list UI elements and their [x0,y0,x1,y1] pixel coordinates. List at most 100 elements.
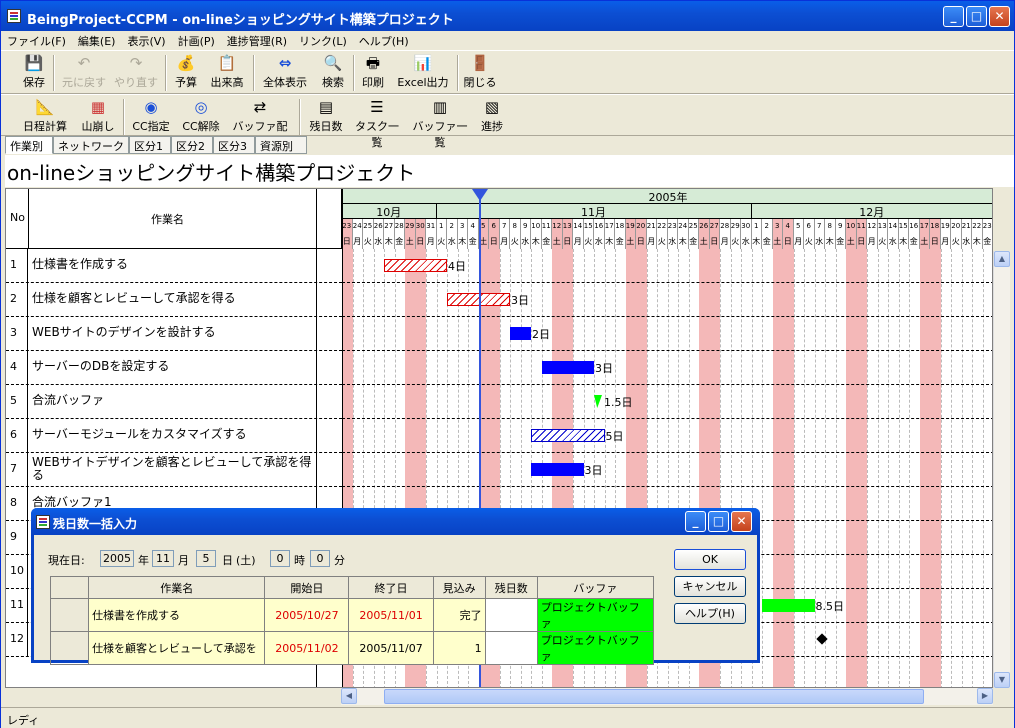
buffer-list-button[interactable]: ▥ バッファ一覧 [409,97,471,149]
year-field[interactable]: 2005 [100,550,134,567]
table-row[interactable]: 仕様書を作成する 2005/10/27 2005/11/01 完了 プロジェクト… [49,598,655,632]
tab-category1[interactable]: 区分1 [129,136,171,154]
title-bar: BeingProject-CCPM - on-lineショッピングサイト構築プロ… [1,1,1014,31]
minimize-button[interactable]: _ [943,6,964,27]
earned-value-button[interactable]: 📋 出来高 [206,53,248,93]
task-name: サーバーモジュールをカスタマイズする [32,427,247,441]
dialog-close-button[interactable]: ✕ [731,511,752,532]
save-button[interactable]: 💾 保存 [19,53,49,93]
today-marker-icon[interactable] [472,189,488,201]
close-button[interactable]: ✕ [989,6,1010,27]
weekday-cell: 木 [531,234,542,249]
weekday-cell: 木 [825,234,836,249]
show-all-button[interactable]: ⇔ 全体表示 [259,53,311,93]
day-field[interactable]: 5 [196,550,216,567]
scroll-up-icon[interactable]: ▲ [994,251,1010,267]
weekday-cell: 月 [352,234,363,249]
tab-category2[interactable]: 区分2 [171,136,213,154]
cc-release-icon: ◎ [194,98,208,116]
day-cell: 17 [919,219,930,234]
day-cell: 8 [510,219,521,234]
dialog-maximize-button[interactable]: □ [708,511,729,532]
redo-button[interactable]: ↷ やり直す [113,53,159,93]
weekday-cell: 火 [804,234,815,249]
task-bar[interactable] [531,463,584,476]
weekday-cell: 月 [867,234,878,249]
menu-plan[interactable]: 計画(P) [172,31,221,51]
ok-button[interactable]: OK [674,549,746,570]
remain-cell[interactable] [484,631,538,665]
hour-field[interactable]: 0 [270,550,290,567]
menu-edit[interactable]: 編集(E) [72,31,122,51]
day-cell: 24 [678,219,689,234]
tab-by-resource[interactable]: 資源別 [255,136,307,154]
menu-link[interactable]: リンク(L) [293,31,353,51]
weekday-cell: 日 [415,234,426,249]
task-list-button[interactable]: ☰ タスク一覧 [351,97,403,149]
month-field[interactable]: 11 [152,550,174,567]
table-row[interactable]: 仕様を顧客とレビューして承認を 2005/11/02 2005/11/07 1 … [49,631,655,665]
menu-file[interactable]: ファイル(F) [1,31,72,51]
undo-button[interactable]: ↶ 元に戻す [59,53,109,93]
dialog-minimize-button[interactable]: _ [685,511,706,532]
scroll-right-icon[interactable]: ▶ [977,688,993,704]
weekday-cell: 土 [772,234,783,249]
task-row[interactable]: 2 仕様を顧客とレビューして承認を得る [6,283,342,317]
progress-button[interactable]: ▧ 進捗 [477,97,507,137]
day-cell: 29 [730,219,741,234]
remaining-days-button[interactable]: ▤ 残日数 [305,97,347,137]
task-row[interactable]: 6 サーバーモジュールをカスタマイズする [6,419,342,453]
task-row[interactable]: 1 仕様書を作成する [6,249,342,283]
print-button[interactable]: 🖶 印刷 [359,53,387,93]
scroll-left-icon[interactable]: ◀ [341,688,357,704]
cc-assign-button[interactable]: ◉ CC指定 [129,97,173,137]
day-cell: 21 [646,219,657,234]
task-bar[interactable] [384,259,447,272]
help-button[interactable]: ヘルプ(H) [674,603,746,624]
vertical-scrollbar[interactable]: ▲ ▼ [993,251,1010,688]
task-name: WEBサイトデザインを顧客とレビューして承認を得る [32,455,312,482]
task-name: 合流バッファ [32,393,105,407]
task-bar[interactable] [541,361,594,374]
weekday-cell: 水 [667,234,678,249]
weekday-cell: 金 [468,234,479,249]
weekday-cell: 水 [373,234,384,249]
task-row[interactable]: 3 WEBサイトのデザインを設計する [6,317,342,351]
scroll-down-icon[interactable]: ▼ [994,672,1010,688]
day-cell: 9 [520,219,531,234]
tab-by-task[interactable]: 作業別 [5,136,53,154]
gantt-row [342,385,992,419]
menu-view[interactable]: 表示(V) [121,31,171,51]
schedule-calc-button[interactable]: 📐 日程計算 [19,97,71,137]
close-project-button[interactable]: 🚪 閉じる [463,53,497,93]
cc-release-button[interactable]: ◎ CC解除 [179,97,223,137]
weekday-cell: 金 [982,234,992,249]
task-row[interactable]: 7 WEBサイトデザインを顧客とレビューして承認を得る [6,453,342,487]
remain-cell[interactable] [484,598,538,632]
cancel-button[interactable]: キャンセル [674,576,746,597]
menu-help[interactable]: ヘルプ(H) [353,31,415,51]
weekday-cell: 日 [709,234,720,249]
task-bar[interactable] [510,327,531,340]
task-row[interactable]: 4 サーバーのDBを設定する [6,351,342,385]
search-button[interactable]: 🔍 検索 [317,53,349,93]
task-bar[interactable] [762,599,815,612]
excel-export-button[interactable]: 📊 Excel出力 [395,53,451,93]
tab-category3[interactable]: 区分3 [213,136,255,154]
tab-network[interactable]: ネットワーク図 [53,136,129,169]
budget-button[interactable]: 💰 予算 [171,53,201,93]
leveling-button[interactable]: ▦ 山崩し [77,97,119,137]
task-bar[interactable] [531,429,605,442]
progress-icon: ▧ [484,98,500,116]
maximize-button[interactable]: □ [966,6,987,27]
buffer-placement-button[interactable]: ⇄バッファ配置 [229,97,291,149]
menu-progress[interactable]: 進捗管理(R) [221,31,293,51]
money-bag-icon: 💰 [176,54,196,72]
remaining-days-dialog: 残日数一括入力 _ □ ✕ 現在日: 2005 年 11 月 5 日 (土) 0… [31,508,760,665]
task-row[interactable]: 5 合流バッファ [6,385,342,419]
scroll-thumb[interactable] [384,689,924,704]
weekday-cell: 月 [573,234,584,249]
weekday-cell: 月 [793,234,804,249]
minute-field[interactable]: 0 [310,550,330,567]
horizontal-scrollbar[interactable]: ◀ ▶ [341,688,993,705]
